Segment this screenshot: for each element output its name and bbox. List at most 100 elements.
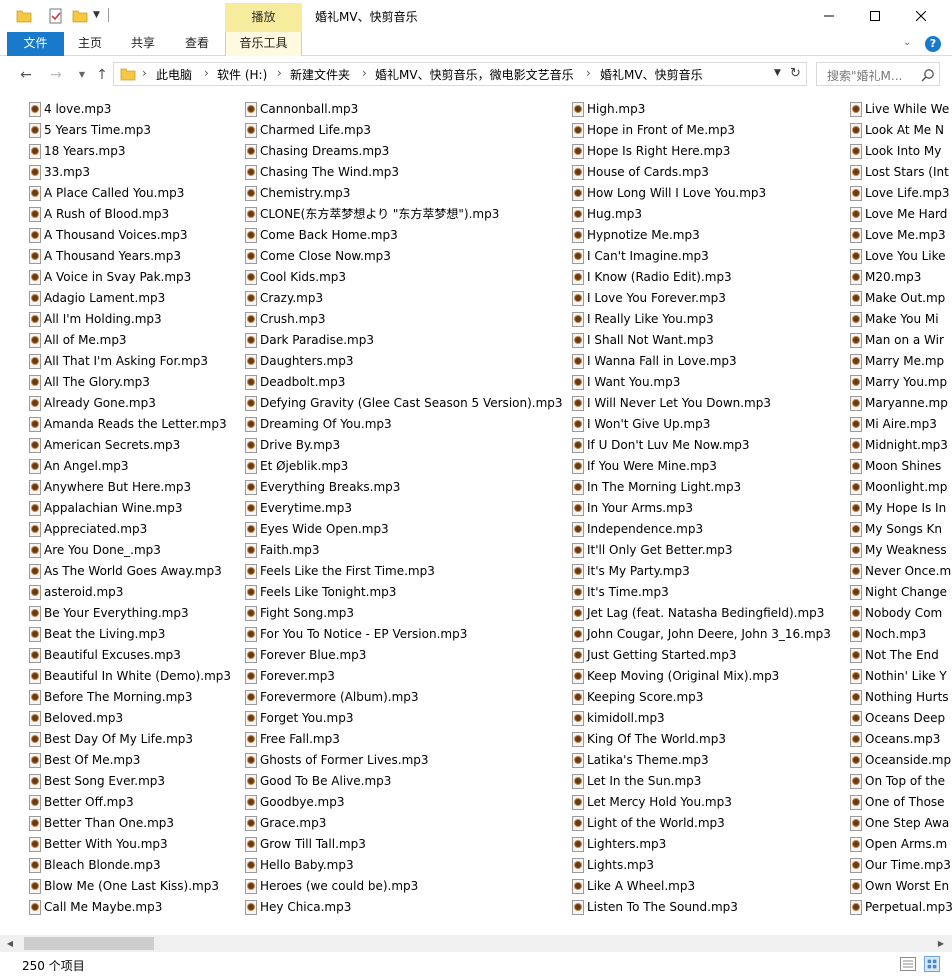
help-icon[interactable]: ? <box>925 36 941 52</box>
file-name: Best Of Me.mp3 <box>44 753 141 767</box>
file-name: All That I'm Asking For.mp3 <box>44 354 209 368</box>
file-name: Best Song Ever.mp3 <box>44 774 166 788</box>
audio-file-icon <box>245 837 257 852</box>
breadcrumb-this-pc[interactable]: 此电脑 <box>156 66 192 83</box>
file-name: Hope in Front of Me.mp3 <box>587 123 735 137</box>
address-dropdown-icon[interactable]: ▼ <box>774 68 786 78</box>
file-name: My Hope Is In <box>865 501 947 515</box>
file-name: Beat the Living.mp3 <box>44 627 166 641</box>
folder-icon[interactable] <box>16 8 32 24</box>
file-name: Make You Mi <box>865 312 939 326</box>
audio-file-icon <box>572 249 584 264</box>
file-name: Already Gone.mp3 <box>44 396 156 410</box>
audio-file-icon <box>850 711 862 726</box>
audio-file-icon <box>572 396 584 411</box>
audio-file-icon <box>850 186 862 201</box>
file-name: Lighters.mp3 <box>587 837 667 851</box>
breadcrumb-new-folder[interactable]: 新建文件夹 <box>290 66 350 83</box>
maximize-button[interactable] <box>852 2 898 30</box>
horizontal-scrollbar[interactable]: ◀ ▶ <box>0 935 952 952</box>
scroll-right-icon[interactable]: ▶ <box>935 937 947 950</box>
audio-file-icon <box>245 165 257 180</box>
audio-file-icon <box>572 522 584 537</box>
audio-file-icon <box>572 858 584 873</box>
audio-file-icon <box>29 858 41 873</box>
file-name: asteroid.mp3 <box>44 585 124 599</box>
breadcrumb-separator[interactable]: › <box>586 66 591 80</box>
audio-file-icon <box>850 753 862 768</box>
audio-file-icon <box>29 543 41 558</box>
audio-file-icon <box>29 354 41 369</box>
audio-file-icon <box>245 522 257 537</box>
context-tab-header: 播放 <box>225 3 302 32</box>
file-name: 5 Years Time.mp3 <box>44 123 152 137</box>
breadcrumb-separator[interactable]: › <box>277 66 282 80</box>
search-box[interactable]: 搜索"婚礼M... <box>816 62 940 86</box>
scroll-left-icon[interactable]: ◀ <box>4 937 16 950</box>
breadcrumb-separator[interactable]: › <box>204 66 209 80</box>
file-name: In Your Arms.mp3 <box>587 501 694 515</box>
file-name: I Won't Give Up.mp3 <box>587 417 711 431</box>
file-name: One Step Awa <box>865 816 950 830</box>
tab-music-tools[interactable]: 音乐工具 <box>225 32 302 56</box>
tab-share[interactable]: 共享 <box>116 32 170 56</box>
minimize-button[interactable] <box>806 2 852 30</box>
properties-icon[interactable] <box>48 8 64 24</box>
file-name: Jet Lag (feat. Natasha Bedingfield).mp3 <box>587 606 825 620</box>
recent-locations-icon[interactable]: ▼ <box>72 66 92 84</box>
audio-file-icon <box>29 690 41 705</box>
breadcrumb-parent-folder[interactable]: 婚礼MV、快剪音乐，微电影文艺音乐 <box>375 66 574 83</box>
audio-file-icon <box>245 648 257 663</box>
file-name: As The World Goes Away.mp3 <box>44 564 222 578</box>
audio-file-icon <box>850 333 862 348</box>
up-arrow-icon[interactable]: ↑ <box>92 66 112 84</box>
file-name: Everything Breaks.mp3 <box>260 480 401 494</box>
audio-file-icon <box>572 480 584 495</box>
breadcrumb-separator[interactable]: › <box>142 66 147 80</box>
audio-file-icon <box>850 102 862 117</box>
tab-view[interactable]: 查看 <box>170 32 224 56</box>
audio-file-icon <box>245 774 257 789</box>
details-view-icon[interactable] <box>900 957 916 971</box>
file-name: High.mp3 <box>587 102 646 116</box>
breadcrumb-separator[interactable]: › <box>362 66 367 80</box>
file-name: Forever Blue.mp3 <box>260 648 367 662</box>
file-name: Oceans Deep <box>865 711 946 725</box>
new-folder-icon[interactable] <box>72 8 88 24</box>
file-name: Defying Gravity (Glee Cast Season 5 Vers… <box>260 396 563 410</box>
quick-access-dropdown-icon[interactable]: ▼ <box>93 10 103 26</box>
scrollbar-thumb[interactable] <box>24 937 154 950</box>
tab-file[interactable]: 文件 <box>7 32 64 56</box>
audio-file-icon <box>572 816 584 831</box>
forward-arrow-icon[interactable]: → <box>46 66 66 84</box>
file-name: Man on a Wir <box>865 333 944 347</box>
file-name: Faith.mp3 <box>260 543 320 557</box>
file-name: Crush.mp3 <box>260 312 326 326</box>
search-icon[interactable] <box>921 68 935 82</box>
file-name: A Voice in Svay Pak.mp3 <box>44 270 192 284</box>
close-button[interactable] <box>898 2 944 30</box>
breadcrumb-current-folder[interactable]: 婚礼MV、快剪音乐 <box>600 66 703 83</box>
audio-file-icon <box>850 501 862 516</box>
audio-file-icon <box>245 606 257 621</box>
tab-home[interactable]: 主页 <box>64 32 116 56</box>
file-name: If U Don't Luv Me Now.mp3 <box>587 438 750 452</box>
audio-file-icon <box>572 438 584 453</box>
file-name: John Cougar, John Deere, John 3_16.mp3 <box>587 627 831 641</box>
audio-file-icon <box>850 396 862 411</box>
file-name: Marry Me.mp <box>865 354 945 368</box>
breadcrumb-drive[interactable]: 软件 (H:) <box>217 66 267 83</box>
audio-file-icon <box>245 669 257 684</box>
audio-file-icon <box>850 900 862 915</box>
file-name: Our Time.mp3 <box>865 858 951 872</box>
file-name: Nothing Hurts <box>865 690 949 704</box>
address-bar[interactable]: › 此电脑 › 软件 (H:) › 新建文件夹 › 婚礼MV、快剪音乐，微电影文… <box>113 62 807 86</box>
audio-file-icon <box>29 249 41 264</box>
status-bar: 250 个项目 <box>0 952 952 978</box>
back-arrow-icon[interactable]: ← <box>16 66 36 84</box>
audio-file-icon <box>29 606 41 621</box>
search-input[interactable]: 搜索"婚礼M... <box>827 67 913 84</box>
refresh-icon[interactable]: ↻ <box>790 66 804 81</box>
large-icons-view-icon[interactable] <box>924 956 940 972</box>
expand-ribbon-icon[interactable]: ⌄ <box>903 37 917 51</box>
